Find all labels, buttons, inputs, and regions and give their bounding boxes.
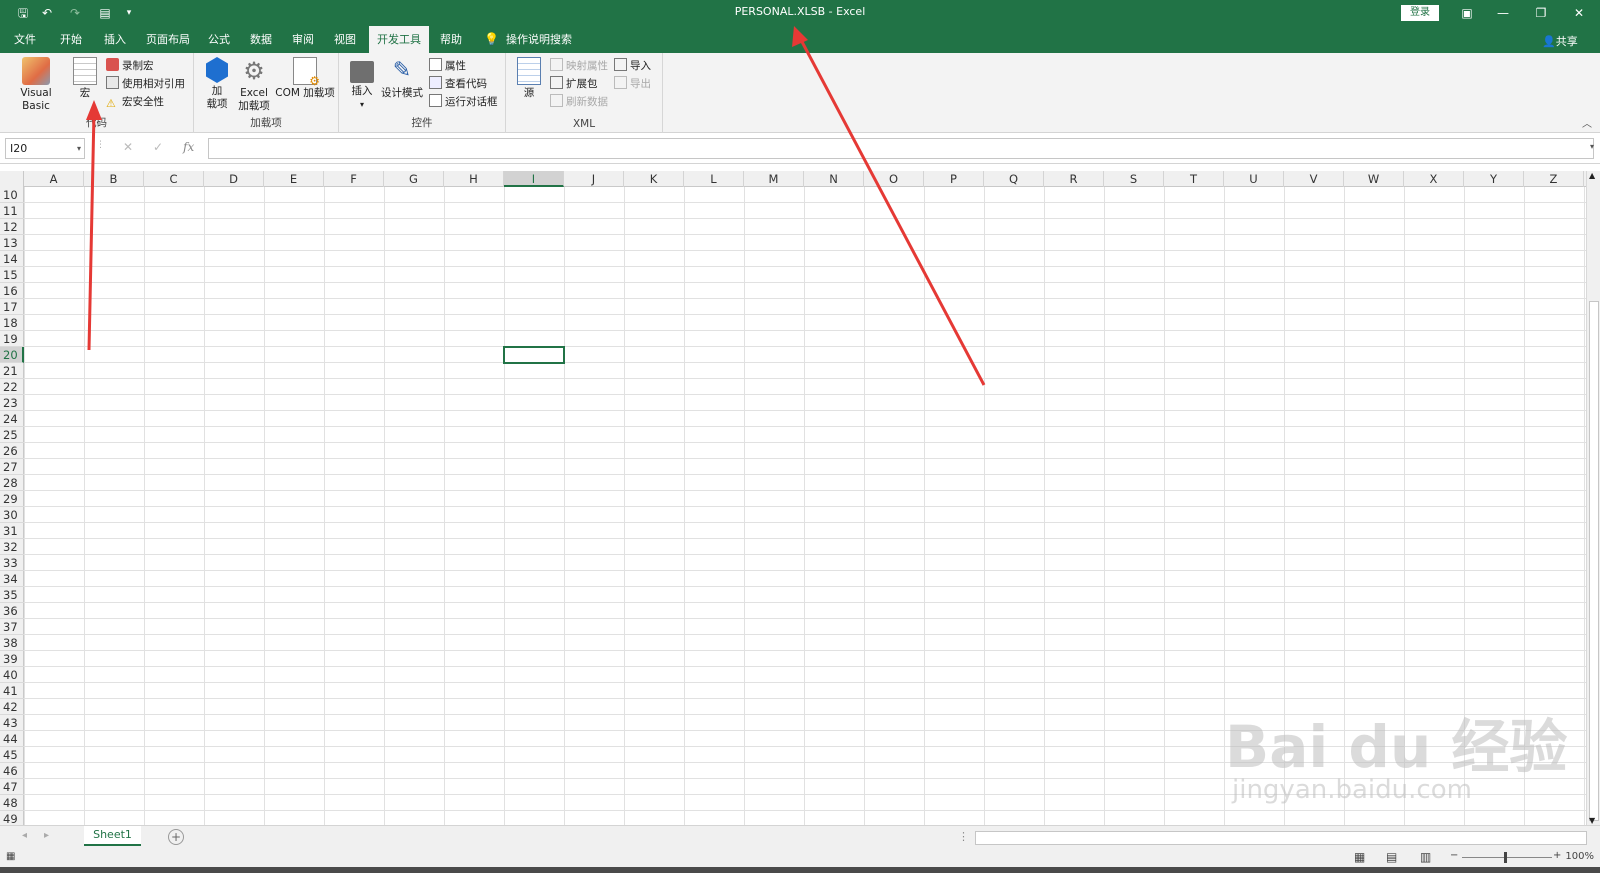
arrow-to-macros [87,111,96,351]
annotation-arrows [86,26,986,386]
arrow-head-title [792,26,808,47]
arrow-to-title [798,37,986,386]
arrow-head-macros [86,100,102,120]
